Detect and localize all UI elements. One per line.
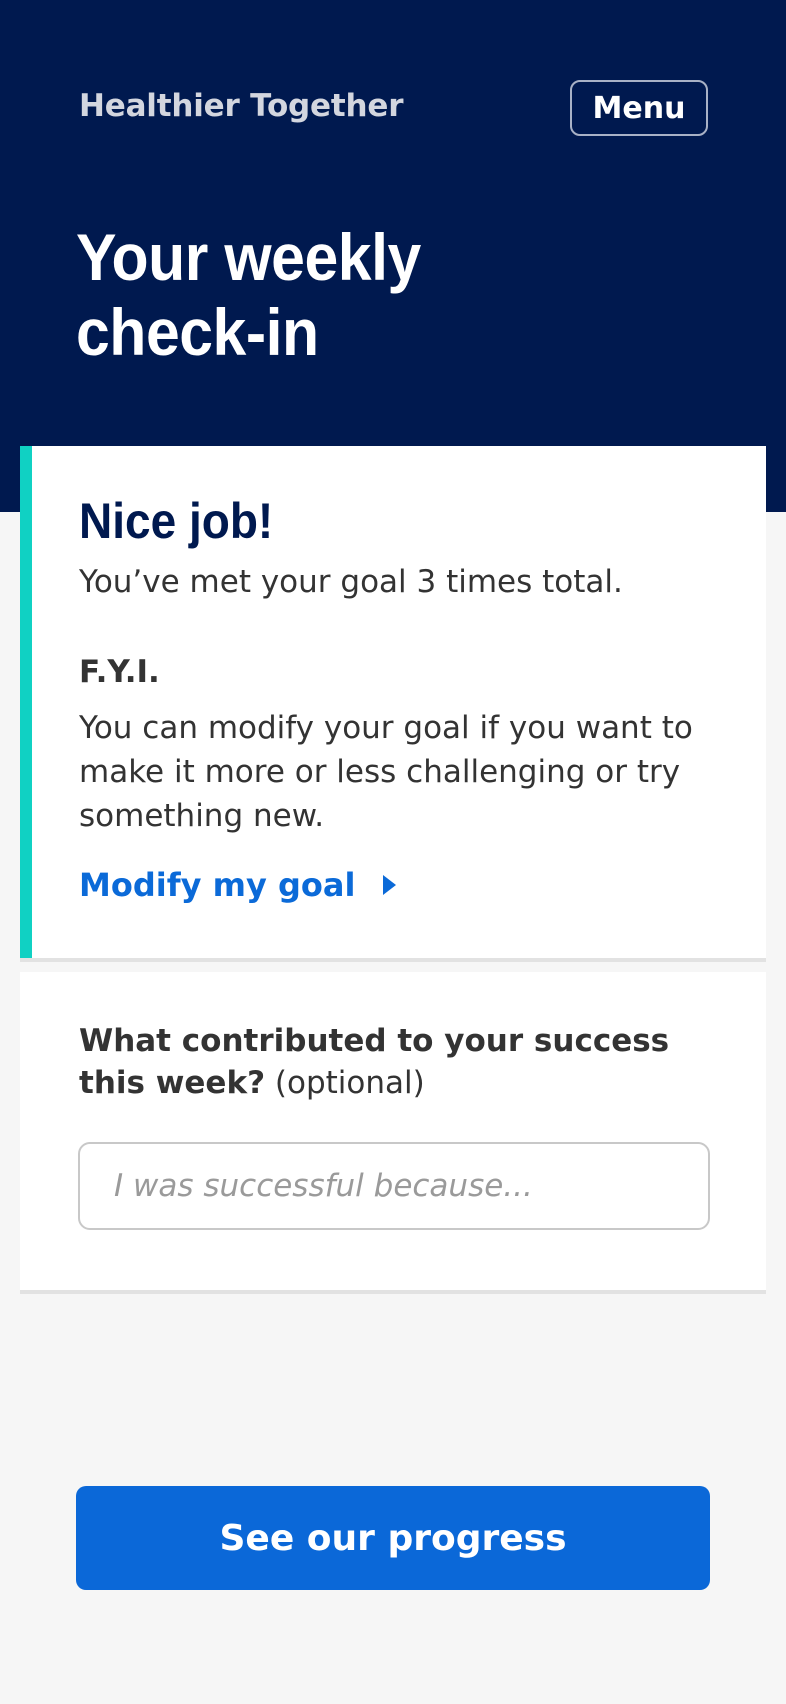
brand-logo-text[interactable]: Healthier Together — [79, 88, 403, 124]
menu-button[interactable]: Menu — [570, 80, 708, 136]
card-accent-bar — [20, 446, 32, 958]
caret-right-icon — [383, 875, 397, 895]
reflection-question: What contributed to your success this we… — [79, 1020, 699, 1104]
fyi-text: You can modify your goal if you want to … — [79, 710, 693, 834]
page-title: Your weekly check-in — [76, 220, 421, 369]
see-progress-button[interactable]: See our progress — [76, 1486, 710, 1590]
modify-goal-link[interactable]: Modify my goal — [79, 866, 397, 904]
goal-met-text: You’ve met your goal 3 times total. — [79, 564, 623, 600]
modify-goal-link-label: Modify my goal — [79, 866, 356, 904]
success-reason-input[interactable] — [78, 1142, 710, 1230]
app-header: Healthier Together Menu Your weekly chec… — [0, 0, 786, 512]
success-heading: Nice job! — [79, 493, 274, 549]
success-card: Nice job! You’ve met your goal 3 times t… — [20, 446, 766, 958]
reflection-card: What contributed to your success this we… — [20, 972, 766, 1290]
optional-tag: (optional) — [274, 1065, 425, 1101]
fyi-label: F.Y.I. — [79, 654, 160, 690]
